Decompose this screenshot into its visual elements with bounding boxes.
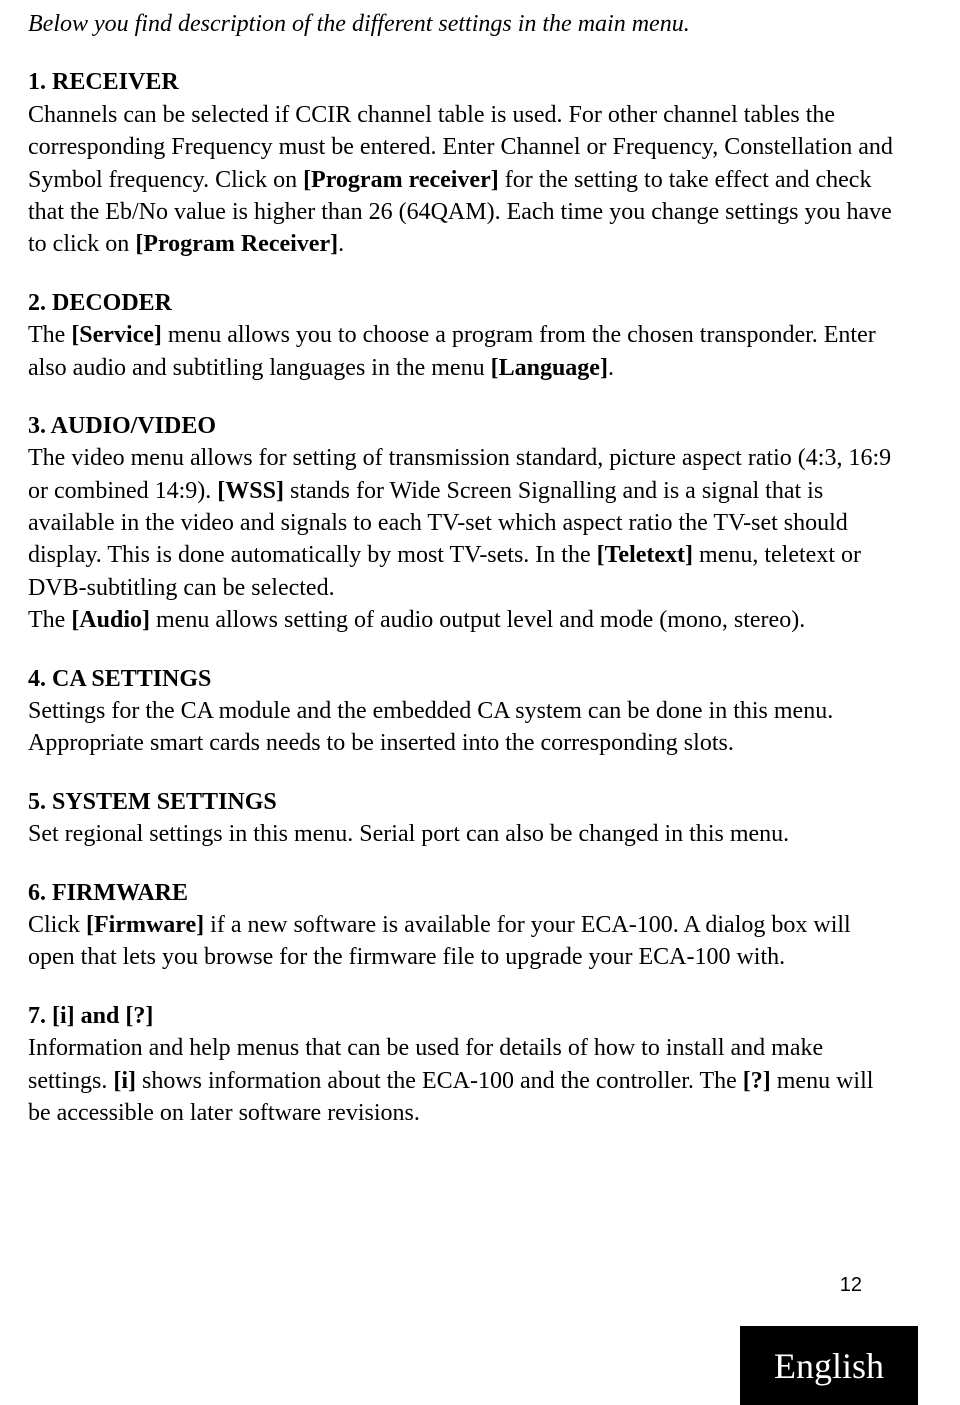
body-text: Set regional settings in this menu. Seri…: [28, 821, 789, 847]
body-text: Click [Firmware] if a new software is av…: [28, 912, 851, 970]
section-title: 5. SYSTEM SETTINGS: [28, 789, 277, 815]
section-title: 2. DECODER: [28, 290, 172, 316]
body-text: Channels can be selected if CCIR channel…: [28, 102, 893, 258]
section-receiver: 1. RECEIVER Channels can be selected if …: [28, 66, 900, 260]
body-text: Settings for the CA module and the embed…: [28, 698, 833, 756]
intro-text: Below you find description of the differ…: [28, 8, 900, 40]
section-info-help: 7. [i] and [?] Information and help menu…: [28, 1000, 900, 1130]
section-audio-video: 3. AUDIO/VIDEO The video menu allows for…: [28, 410, 900, 637]
section-decoder: 2. DECODER The [Service] menu allows you…: [28, 287, 900, 384]
body-text: The video menu allows for setting of tra…: [28, 445, 891, 601]
section-title: 4. CA SETTINGS: [28, 666, 211, 692]
section-title: 3. AUDIO/VIDEO: [28, 413, 216, 439]
section-title: 1. RECEIVER: [28, 69, 179, 95]
section-title: 6. FIRMWARE: [28, 880, 188, 906]
section-title: 7. [i] and [?]: [28, 1003, 153, 1029]
body-text: The [Audio] menu allows setting of audio…: [28, 607, 805, 633]
section-system-settings: 5. SYSTEM SETTINGS Set regional settings…: [28, 786, 900, 851]
body-text: The [Service] menu allows you to choose …: [28, 322, 876, 380]
page-number: 12: [840, 1272, 862, 1299]
section-ca-settings: 4. CA SETTINGS Settings for the CA modul…: [28, 663, 900, 760]
section-firmware: 6. FIRMWARE Click [Firmware] if a new so…: [28, 877, 900, 974]
language-tab: English: [740, 1326, 918, 1405]
body-text: Information and help menus that can be u…: [28, 1035, 873, 1126]
